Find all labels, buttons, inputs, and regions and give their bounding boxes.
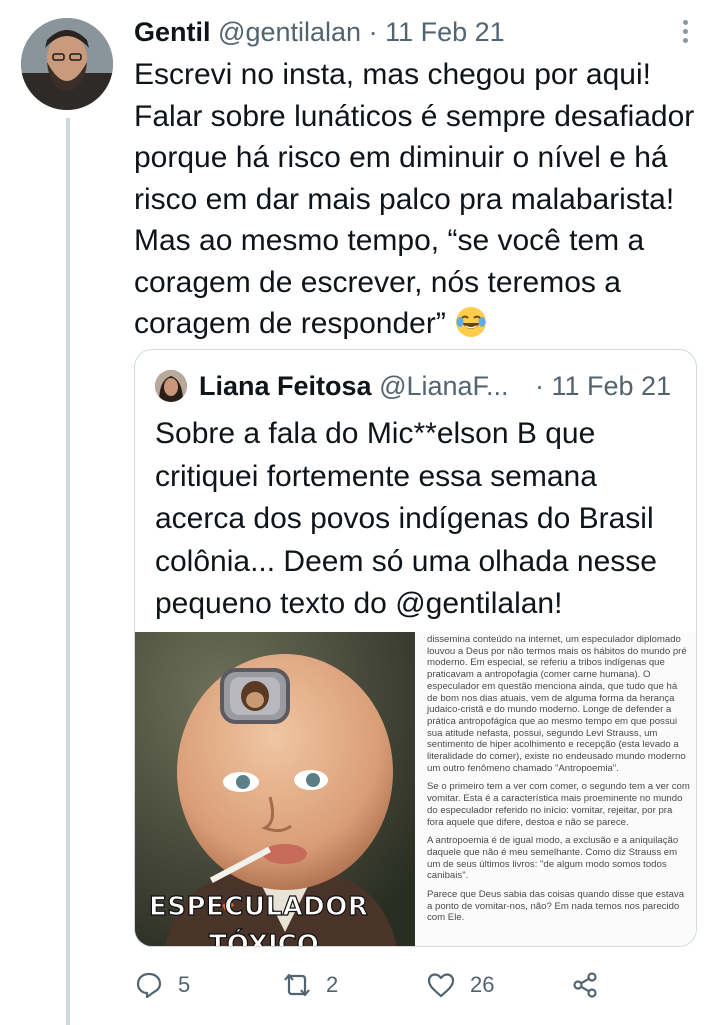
quoted-text-line: colônia... Deem só uma olhada nesse [155, 544, 657, 578]
quoted-media[interactable]: ESPECULADOR TÓXICO dissemina conteúdo na… [135, 632, 696, 947]
share-icon [573, 972, 597, 998]
like-icon [427, 973, 455, 998]
quoted-text-line: pequeno texto do @gentilalan! [155, 587, 563, 620]
document-paragraph: dissemina conteúdo na internet, um espec… [427, 634, 687, 774]
tweet-text-line: Escrevi no insta, mas chegou por aqui! [134, 58, 651, 91]
quoted-text-line: critiquei fortemente essa semana [155, 459, 597, 493]
quoted-author-name: Liana Feitosa [199, 371, 372, 401]
author-name[interactable]: Gentil [134, 17, 211, 47]
tweet-text: Escrevi no insta, mas chegou por aqui! F… [134, 54, 704, 345]
thread-connector-line [66, 118, 70, 1025]
author-handle[interactable]: @gentilalan [218, 17, 361, 47]
tweet-text-line: porque há risco em diminuir o nível e há [134, 141, 668, 174]
document-paragraph: A antropoemia é de igual modo, a exclusã… [427, 835, 679, 882]
reply-button[interactable]: 5 [134, 962, 190, 1008]
document-paragraph: Parece que Deus sabia das coisas quando … [427, 889, 685, 924]
share-button[interactable] [570, 962, 600, 1008]
reply-count: 5 [178, 972, 191, 997]
quoted-date: · 11 Feb 21 [535, 371, 672, 401]
date-separator: · [368, 17, 378, 47]
quoted-text-line: Sobre a fala do Mic**elson B que [155, 417, 596, 450]
image-caption: ESPECULADOR [148, 891, 369, 922]
quoted-text: Sobre a fala do Mic**elson B que critiqu… [155, 413, 685, 626]
author-avatar[interactable] [21, 18, 113, 110]
quoted-header: Liana Feitosa @LianaF... [199, 366, 509, 406]
reply-icon [136, 972, 162, 999]
like-count: 26 [470, 972, 495, 997]
quoted-author-handle: @LianaF... [379, 371, 509, 401]
image-caption: TÓXICO [208, 929, 319, 947]
more-options-icon[interactable] [678, 20, 692, 46]
retweet-count: 2 [326, 972, 339, 997]
tweet-text-line: Falar sobre lunáticos é sempre desafiado… [134, 99, 695, 133]
text-document-image[interactable]: dissemina conteúdo na internet, um espec… [415, 632, 696, 946]
tweet-text-line: risco em dar mais palco pra malabarista! [134, 182, 675, 216]
tweet-text-line: Mas ao mesmo tempo, “se você tem a [134, 224, 645, 257]
retweet-button[interactable]: 2 [282, 962, 338, 1008]
tweet-text-line: coragem de responder” [134, 307, 446, 340]
quoted-text-line: acerca dos povos indígenas do Brasil [155, 502, 654, 535]
document-paragraph: Se o primeiro tem a ver com comer, o seg… [427, 781, 690, 828]
quoted-tweet[interactable]: Liana Feitosa @LianaF... · 11 Feb 21 Sob… [134, 349, 697, 947]
baby-painting-image[interactable]: ESPECULADOR TÓXICO [135, 632, 415, 947]
retweet-icon [284, 973, 310, 997]
tweet-header: Gentil @gentilalan · 11 Feb 21 [134, 14, 505, 50]
like-button[interactable]: 26 [426, 962, 494, 1008]
quoted-author-avatar [155, 370, 187, 402]
grinning-face-with-tears-emoji [454, 305, 488, 339]
tweet-actions: 5 2 26 [134, 962, 654, 1008]
tweet-date[interactable]: 11 Feb 21 [385, 17, 505, 47]
tweet-text-line: coragem de escrever, nós teremos a [134, 265, 621, 299]
